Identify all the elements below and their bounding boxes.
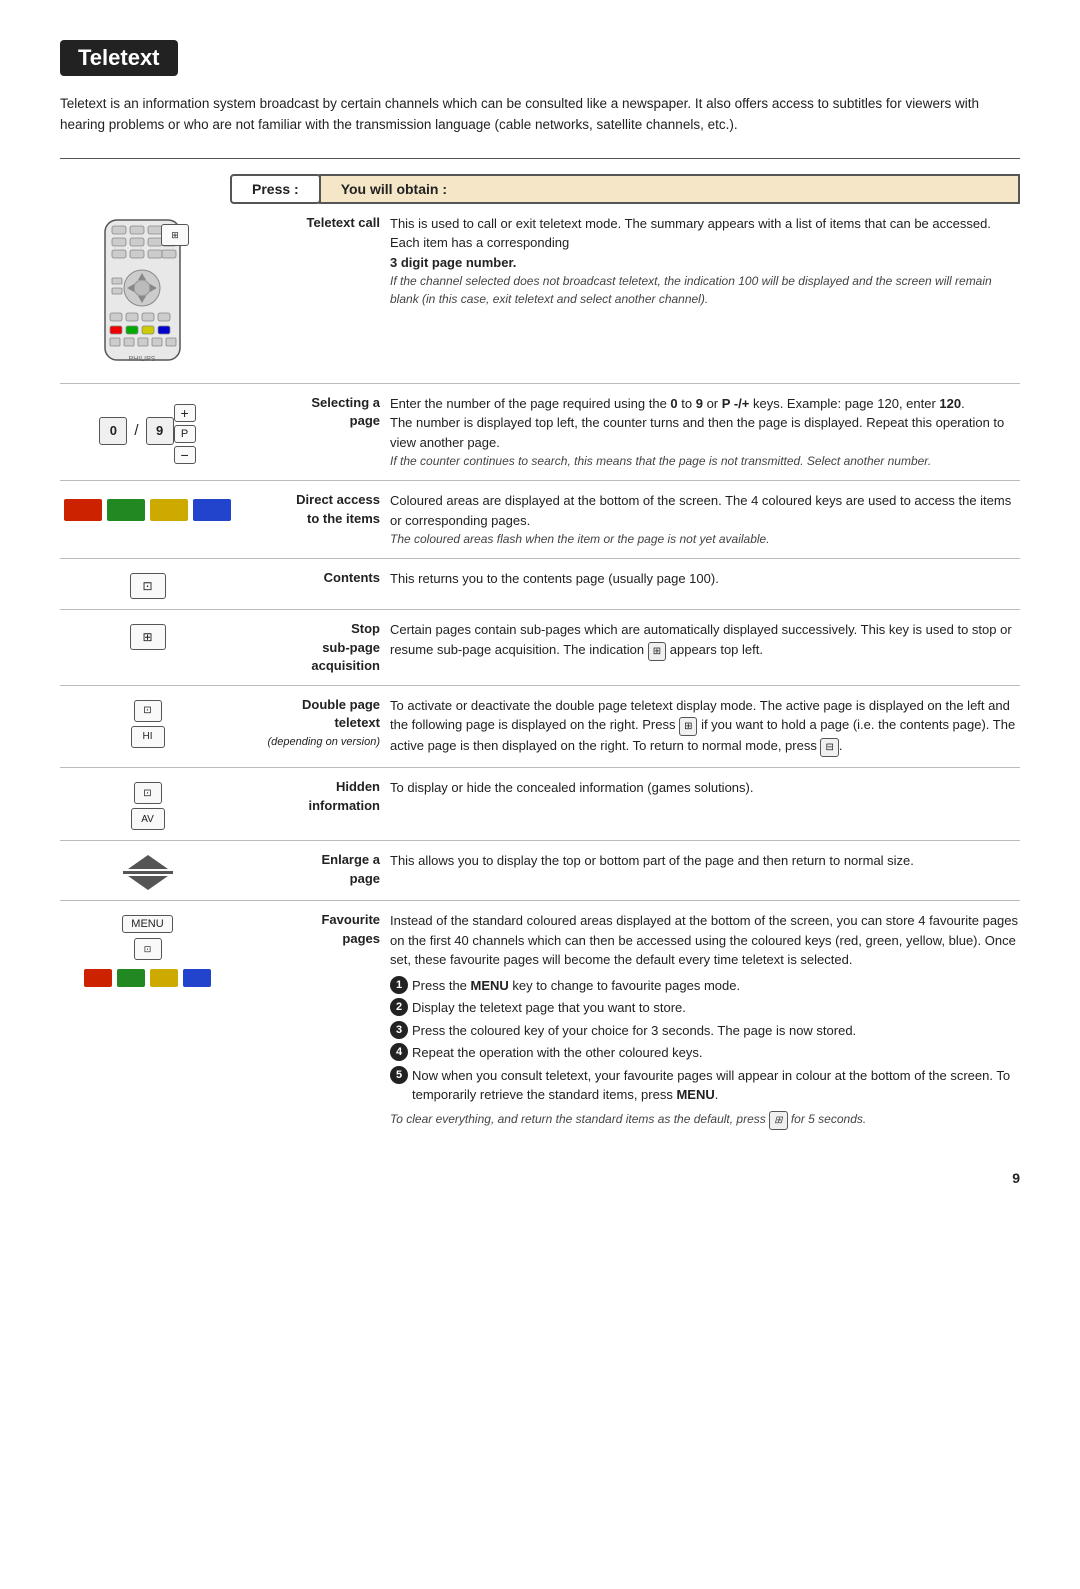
num-0-icon: 0 [99, 417, 127, 445]
step3-icon: 3 [390, 1021, 408, 1039]
subpage-inline-icon: ⊞ [648, 642, 666, 661]
list-item: 4 Repeat the operation with the other co… [390, 1043, 1020, 1063]
desc-hidden: To display or hide the concealed informa… [390, 778, 1020, 798]
icon-cell-double-page: ⊡ HI [60, 696, 235, 748]
label-teletext-call: Teletext call [235, 214, 390, 232]
av-button-icon: AV [131, 808, 165, 830]
icon-cell-direct-access [60, 491, 235, 521]
label-stop-subpage: Stopsub-pageacquisition [235, 620, 390, 675]
desc-teletext-call: This is used to call or exit teletext mo… [390, 214, 1020, 309]
green-key-icon [107, 499, 145, 521]
plus-btn-icon: + [174, 404, 196, 422]
icon-cell-selecting-page: 0 / 9 + P − [60, 394, 235, 464]
list-item: 1 Press the MENU key to change to favour… [390, 976, 1020, 996]
fav-color-keys-icon [84, 969, 211, 987]
icon-cell-favourite: MENU ⊡ [60, 911, 235, 987]
label-contents: Contents [235, 569, 390, 587]
desc-double-page: To activate or deactivate the double pag… [390, 696, 1020, 758]
minus-btn-icon: − [174, 446, 196, 464]
list-item: 5 Now when you consult teletext, your fa… [390, 1066, 1020, 1105]
header-obtain: You will obtain : [319, 174, 1020, 204]
label-hidden: Hiddeninformation [235, 778, 390, 814]
triangle-down-icon [128, 876, 168, 890]
label-direct-access: Direct accessto the items [235, 491, 390, 527]
step2-icon: 2 [390, 998, 408, 1016]
icon-cell-stop-subpage: ⊞ [60, 620, 235, 650]
table-header: Press : You will obtain : [230, 174, 1020, 204]
fav-red-key-icon [84, 969, 112, 987]
intro-text: Teletext is an information system broadc… [60, 94, 980, 136]
fav-green-key-icon [117, 969, 145, 987]
p-btn-icon: P [174, 425, 196, 443]
step1-icon: 1 [390, 976, 408, 994]
fav-clear-icon: ⊞ [769, 1111, 787, 1130]
list-item: 2 Display the teletext page that you wan… [390, 998, 1020, 1018]
row-hidden: ⊡ AV Hiddeninformation To display or hid… [60, 768, 1020, 841]
row-stop-subpage: ⊞ Stopsub-pageacquisition Certain pages … [60, 610, 1020, 686]
desc-favourite: Instead of the standard coloured areas d… [390, 911, 1020, 1130]
red-key-icon [64, 499, 102, 521]
row-double-page: ⊡ HI Double pageteletext(depending on ve… [60, 686, 1020, 769]
icon-cell-hidden: ⊡ AV [60, 778, 235, 830]
svg-text:PHILIPS: PHILIPS [129, 356, 156, 363]
row-teletext-call: PHILIPS ⊞ Teletext call This is used to … [60, 204, 1020, 384]
enlarge-icon [123, 855, 173, 890]
menu-button-icon: MENU [122, 915, 172, 933]
hi-button-icon: HI [131, 726, 165, 748]
blue-key-icon [193, 499, 231, 521]
fav-yellow-key-icon [150, 969, 178, 987]
desc-direct-access: Coloured areas are displayed at the bott… [390, 491, 1020, 548]
divider-line-icon [123, 871, 173, 874]
hidden-button-icon: ⊡ [134, 782, 162, 804]
icon-cell-contents: ⊡ [60, 569, 235, 599]
icon-cell-teletext-call: PHILIPS ⊞ [60, 214, 235, 373]
teletext-button-icon: ⊞ [161, 224, 189, 246]
dp-inline-icon2: ⊟ [820, 738, 838, 757]
double-page-button-icon: ⊡ [134, 700, 162, 722]
row-favourite: MENU ⊡ Favouritepages Instead of the sta… [60, 901, 1020, 1140]
fav-blue-key-icon [183, 969, 211, 987]
content-table: PHILIPS ⊞ Teletext call This is used to … [60, 204, 1020, 1140]
desc-stop-subpage: Certain pages contain sub-pages which ar… [390, 620, 1020, 661]
label-double-page: Double pageteletext(depending on version… [235, 696, 390, 751]
stop-subpage-button-icon: ⊞ [130, 624, 166, 650]
triangle-up-icon [128, 855, 168, 869]
label-enlarge: Enlarge apage [235, 851, 390, 887]
desc-selecting-page: Enter the number of the page required us… [390, 394, 1020, 471]
page-title-box: Teletext [60, 40, 178, 76]
fav-sub-icon: ⊡ [134, 938, 162, 960]
desc-contents: This returns you to the contents page (u… [390, 569, 1020, 589]
page-number: 9 [60, 1170, 1020, 1186]
step4-icon: 4 [390, 1043, 408, 1061]
desc-enlarge: This allows you to display the top or bo… [390, 851, 1020, 871]
step5-icon: 5 [390, 1066, 408, 1084]
color-keys-icon [64, 499, 231, 521]
row-enlarge: Enlarge apage This allows you to display… [60, 841, 1020, 901]
list-item: 3 Press the coloured key of your choice … [390, 1021, 1020, 1041]
contents-button-icon: ⊡ [130, 573, 166, 599]
yellow-key-icon [150, 499, 188, 521]
icon-cell-enlarge [60, 851, 235, 890]
dp-inline-icon1: ⊞ [679, 717, 697, 736]
label-favourite: Favouritepages [235, 911, 390, 947]
row-direct-access: Direct accessto the items Coloured areas… [60, 481, 1020, 559]
row-selecting-page: 0 / 9 + P − Selecting apage Enter the nu… [60, 384, 1020, 482]
header-press: Press : [230, 174, 321, 204]
num-9-icon: 9 [146, 417, 174, 445]
label-selecting-page: Selecting apage [235, 394, 390, 430]
row-contents: ⊡ Contents This returns you to the conte… [60, 559, 1020, 610]
